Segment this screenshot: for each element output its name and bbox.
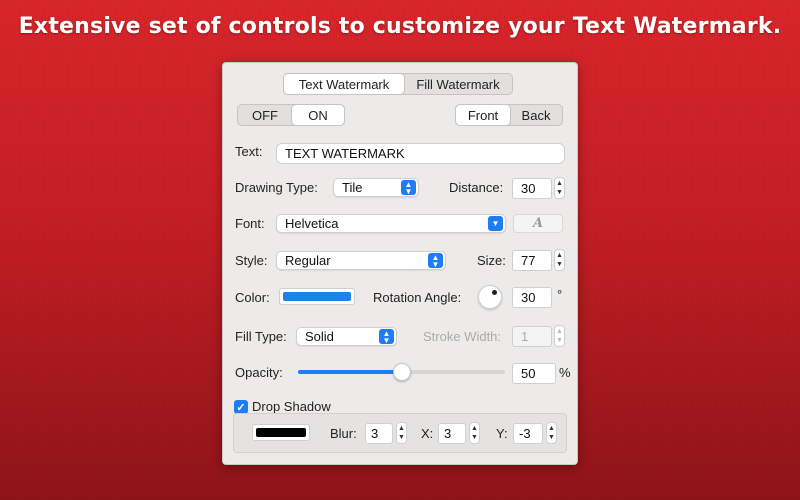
style-select[interactable]: Regular ▲ ▼ (276, 251, 446, 270)
y-label: Y: (496, 426, 508, 441)
tab-text-watermark[interactable]: Text Watermark (284, 74, 404, 94)
font-label: Font: (235, 216, 265, 231)
blur-input[interactable]: 3 (365, 423, 393, 444)
distance-input[interactable]: 30 (512, 178, 552, 199)
stroke-width-input: 1 (512, 326, 552, 347)
watermark-settings-panel: Text Watermark Fill Watermark OFF ON Fro… (222, 62, 578, 465)
opacity-input[interactable]: 50 (512, 363, 556, 384)
stroke-width-stepper: ▲ ▼ (554, 325, 565, 347)
style-value: Regular (285, 253, 331, 268)
percent-unit: % (559, 365, 571, 380)
fill-type-label: Fill Type: (235, 329, 287, 344)
chevron-down-icon: ▼ (488, 216, 503, 231)
size-stepper[interactable]: ▲ ▼ (554, 249, 565, 271)
front-option[interactable]: Front (456, 105, 510, 125)
distance-stepper[interactable]: ▲ ▼ (554, 177, 565, 199)
x-stepper[interactable]: ▲ ▼ (469, 422, 480, 444)
color-well[interactable] (279, 288, 355, 305)
shadow-color-well[interactable] (252, 424, 310, 441)
opacity-slider-fill (298, 370, 402, 374)
headline: Extensive set of controls to customize y… (18, 14, 782, 39)
size-input[interactable]: 77 (512, 250, 552, 271)
rotation-dial[interactable] (478, 285, 502, 309)
style-label: Style: (235, 253, 268, 268)
opacity-slider-thumb[interactable] (392, 363, 411, 381)
font-panel-button[interactable]: A (513, 214, 563, 233)
x-input[interactable]: 3 (438, 423, 466, 444)
back-option[interactable]: Back (510, 105, 562, 125)
stroke-width-label: Stroke Width: (423, 329, 502, 344)
y-stepper[interactable]: ▲ ▼ (546, 422, 557, 444)
degree-unit: ° (557, 287, 563, 302)
off-option[interactable]: OFF (238, 105, 292, 125)
chevron-updown-icon: ▲ ▼ (401, 180, 416, 195)
text-label: Text: (235, 144, 263, 159)
font-select[interactable]: Helvetica ▼ (276, 214, 506, 233)
drop-shadow-checkbox[interactable]: ✓ (234, 400, 248, 414)
drop-shadow-group: Blur: 3 ▲ ▼ X: 3 ▲ ▼ Y: -3 ▲ ▼ (233, 413, 567, 453)
drawing-type-select[interactable]: Tile ▲ ▼ (333, 178, 419, 197)
y-input[interactable]: -3 (513, 423, 543, 444)
tab-fill-watermark[interactable]: Fill Watermark (404, 74, 512, 94)
opacity-label: Opacity: (235, 365, 283, 380)
x-label: X: (421, 426, 434, 441)
drawing-type-value: Tile (342, 180, 363, 195)
distance-label: Distance: (449, 180, 504, 195)
rotation-label: Rotation Angle: (373, 290, 462, 305)
fill-type-value: Solid (305, 329, 334, 344)
color-label: Color: (235, 290, 270, 305)
chevron-updown-icon: ▲ ▼ (379, 329, 394, 344)
color-swatch (283, 292, 351, 301)
size-label: Size: (477, 253, 506, 268)
fill-type-select[interactable]: Solid ▲ ▼ (296, 327, 397, 346)
power-toggle: OFF ON (237, 104, 345, 126)
on-option[interactable]: ON (292, 105, 344, 125)
layer-toggle: Front Back (455, 104, 563, 126)
chevron-updown-icon: ▲ ▼ (428, 253, 443, 268)
tab-bar: Text Watermark Fill Watermark (283, 73, 513, 95)
blur-label: Blur: (330, 426, 357, 441)
drawing-type-label: Drawing Type: (235, 180, 318, 195)
opacity-slider[interactable] (298, 363, 505, 381)
text-input[interactable]: TEXT WATERMARK (276, 143, 565, 164)
rotation-input[interactable]: 30 (512, 287, 552, 308)
font-value: Helvetica (285, 216, 339, 231)
shadow-color-swatch (256, 428, 306, 437)
blur-stepper[interactable]: ▲ ▼ (396, 422, 407, 444)
